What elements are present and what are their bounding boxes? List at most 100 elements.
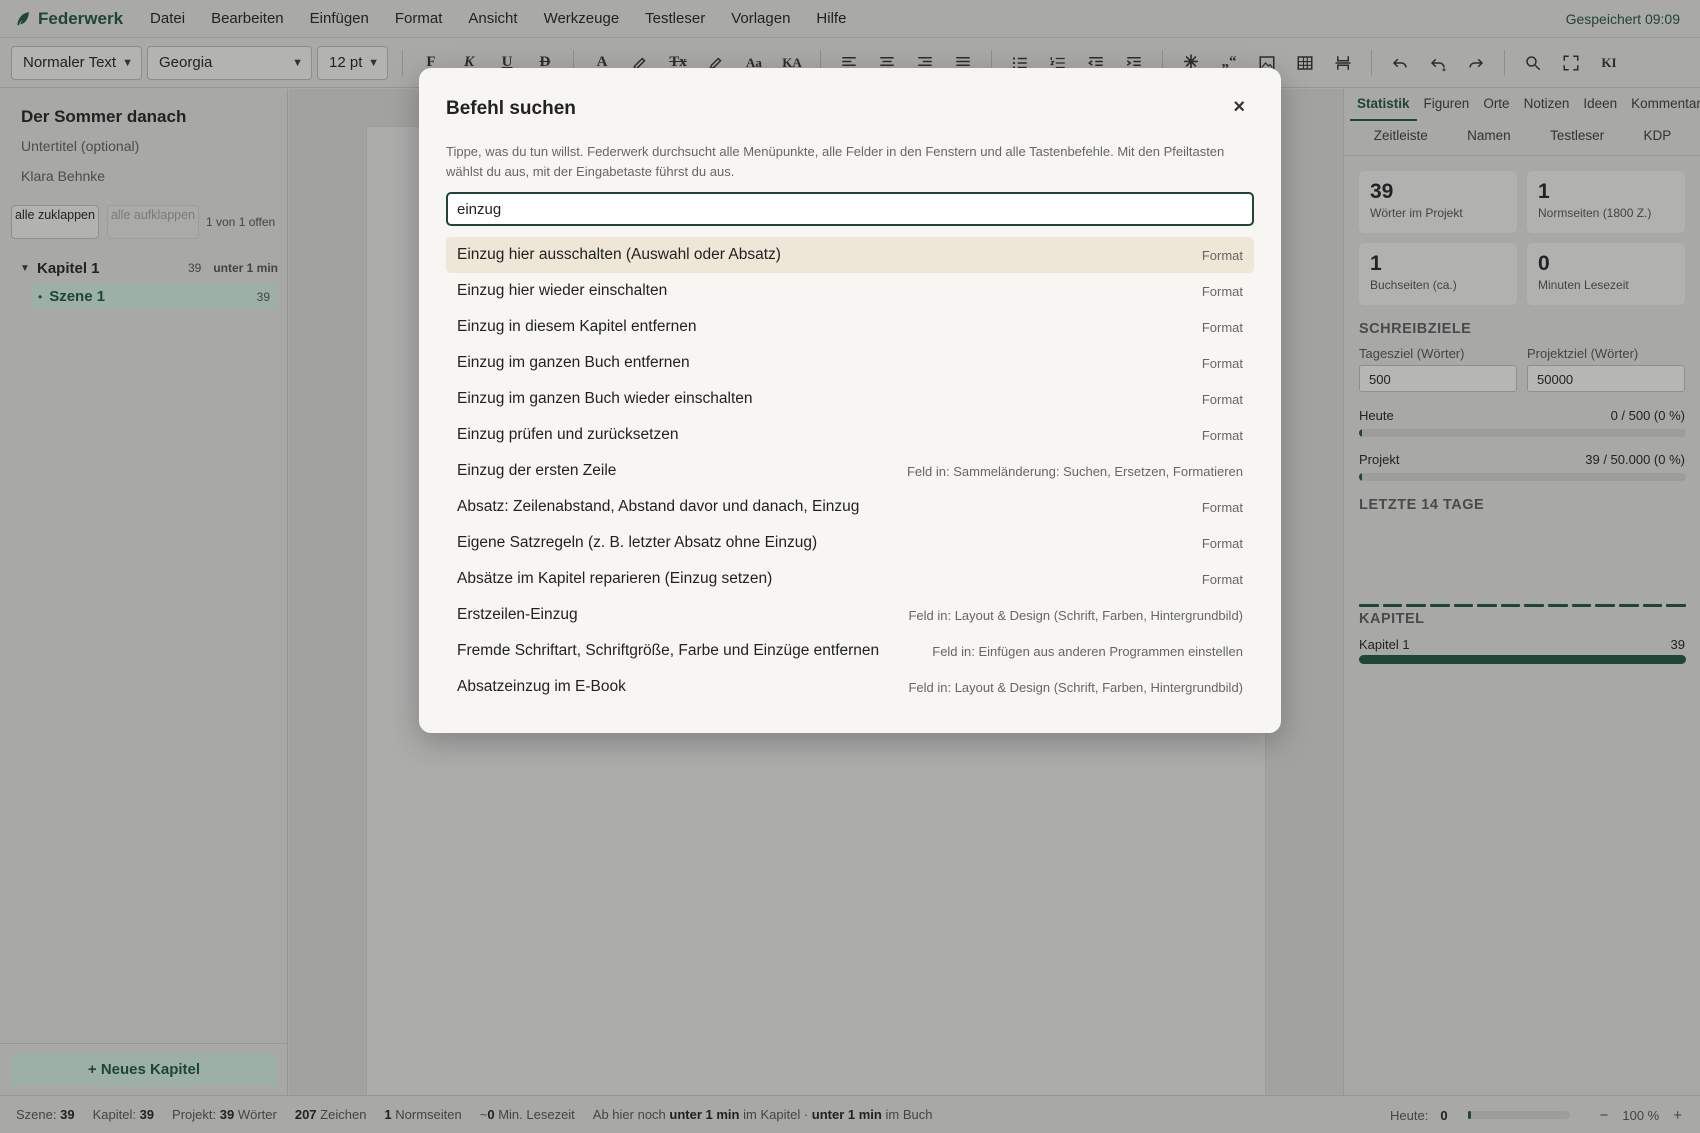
book-title[interactable]: Der Sommer danach xyxy=(21,107,186,127)
expand-triangle-icon[interactable]: ▼ xyxy=(10,263,30,274)
command-result[interactable]: Absätze im Kapitel reparieren (Einzug se… xyxy=(446,561,1254,597)
chapter-word-count: 39 xyxy=(187,261,202,275)
tab-statistik[interactable]: Statistik xyxy=(1350,93,1417,121)
menu-testleser[interactable]: Testleser xyxy=(632,10,718,27)
ai-button[interactable]: KI xyxy=(1590,46,1628,80)
command-result[interactable]: Einzug hier ausschalten (Auswahl oder Ab… xyxy=(446,237,1254,273)
tab-zeitleiste[interactable]: Zeitleiste xyxy=(1374,125,1428,151)
toolbar-divider xyxy=(402,49,403,76)
command-result[interactable]: Einzug in diesem Kapitel entfernen Format xyxy=(446,309,1254,345)
menu-hilfe[interactable]: Hilfe xyxy=(803,10,859,27)
font-size-select[interactable]: 12 pt ▼ xyxy=(317,45,388,80)
chapter-stat-value: 39 xyxy=(1670,637,1685,652)
command-result[interactable]: Erstzeilen-Einzug Feld in: Layout & Desig… xyxy=(446,597,1254,633)
new-chapter-button[interactable]: + Neues Kapitel xyxy=(10,1053,278,1086)
menu-einfuegen[interactable]: Einfügen xyxy=(297,10,382,27)
command-result[interactable]: Absatzeinzug im E-Book Feld in: Layout & … xyxy=(446,669,1254,705)
command-result[interactable]: Fremde Schriftart, Schriftgröße, Farbe u… xyxy=(446,633,1254,669)
page-break-button[interactable] xyxy=(1324,46,1362,80)
result-category: Feld in: Layout & Design (Schrift, Farbe… xyxy=(908,607,1243,623)
command-search-dialog: Befehl suchen × Tippe, was du tun willst… xyxy=(419,68,1281,733)
subtitle-field[interactable]: Untertitel (optional) xyxy=(21,138,139,154)
tab-testleser[interactable]: Testleser xyxy=(1550,125,1604,151)
menu-ansicht[interactable]: Ansicht xyxy=(455,10,530,27)
tab-ideen[interactable]: Ideen xyxy=(1576,93,1624,121)
undo-button[interactable] xyxy=(1381,46,1419,80)
day-bar xyxy=(1595,604,1616,607)
day-bar xyxy=(1382,604,1403,607)
command-result[interactable]: Eigene Satzregeln (z. B. letzter Absatz … xyxy=(446,525,1254,561)
status-normpages: 1 Normseiten xyxy=(384,1107,462,1122)
result-category: Format xyxy=(1201,355,1243,371)
menu-format[interactable]: Format xyxy=(382,10,456,27)
project-progress-fill xyxy=(1359,473,1363,481)
undo-more-button[interactable] xyxy=(1419,46,1457,80)
zoom-out-button[interactable]: − xyxy=(1600,1107,1609,1124)
collapse-all-button[interactable]: alle zuklappen xyxy=(11,205,99,239)
day-bar xyxy=(1500,604,1521,607)
table-icon xyxy=(1297,55,1313,70)
command-result[interactable]: Einzug prüfen und zurücksetzen Format xyxy=(446,417,1254,453)
scene-word-count: 39 xyxy=(256,289,270,304)
stat-label: Wörter im Projekt xyxy=(1370,206,1463,220)
zoom-in-button[interactable]: + xyxy=(1673,1107,1682,1124)
command-result[interactable]: Absatz: Zeilenabstand, Abstand davor und… xyxy=(446,489,1254,525)
tab-notizen[interactable]: Notizen xyxy=(1517,93,1577,121)
command-search-input[interactable] xyxy=(446,192,1254,226)
menu-datei[interactable]: Datei xyxy=(137,10,198,27)
today-progress-label: Heute xyxy=(1359,408,1394,423)
day-bar xyxy=(1406,604,1426,607)
chapter-item[interactable]: ▼ Kapitel 1 39 unter 1 min xyxy=(10,255,278,281)
search-button[interactable] xyxy=(1514,46,1552,80)
result-label: Absatz: Zeilenabstand, Abstand davor und… xyxy=(457,498,860,515)
search-icon xyxy=(1526,55,1541,70)
save-status: Gespeichert 09:09 xyxy=(1565,11,1680,27)
expand-all-button[interactable]: alle aufklappen xyxy=(107,205,199,239)
day-bar xyxy=(1453,604,1474,607)
daily-goal-label: Tagesziel (Wörter) xyxy=(1359,346,1465,361)
redo-button[interactable] xyxy=(1457,46,1495,80)
day-bar xyxy=(1548,604,1568,607)
day-bar xyxy=(1524,604,1545,607)
project-goal-input[interactable]: 50000 xyxy=(1527,365,1685,392)
insert-table-button[interactable] xyxy=(1286,46,1324,80)
result-category: Format xyxy=(1201,427,1243,443)
stat-label: Buchseiten (ca.) xyxy=(1370,278,1457,292)
fullscreen-button[interactable] xyxy=(1552,46,1590,80)
project-progress-value: 39 / 50.000 (0 %) xyxy=(1585,452,1685,467)
project-progress-bar xyxy=(1359,473,1686,481)
result-category: Format xyxy=(1201,535,1243,551)
paragraph-style-value: Normaler Text xyxy=(23,54,117,71)
result-label: Eigene Satzregeln (z. B. letzter Absatz … xyxy=(457,534,818,551)
sidebar-divider xyxy=(0,1043,288,1044)
feather-icon xyxy=(17,11,29,26)
command-result[interactable]: Einzug hier wieder einschalten Format xyxy=(446,273,1254,309)
command-result[interactable]: Einzug der ersten Zeile Feld in: Sammelän… xyxy=(446,453,1254,489)
today-progress-value: 0 / 500 (0 %) xyxy=(1610,408,1685,423)
panel-tabs-secondary: Zeitleiste Namen Testleser KDP xyxy=(1344,125,1700,151)
font-family-select[interactable]: Georgia ▼ xyxy=(147,45,312,80)
stat-card-bookpages: 1 Buchseiten (ca.) xyxy=(1359,243,1517,305)
font-family-value: Georgia xyxy=(159,54,213,71)
right-panel: Statistik Figuren Orte Notizen Ideen Kom… xyxy=(1343,89,1700,1095)
command-result[interactable]: Einzug im ganzen Buch entfernen Format xyxy=(446,345,1254,381)
menu-werkzeuge[interactable]: Werkzeuge xyxy=(531,10,633,27)
stat-card-readtime: 0 Minuten Lesezeit xyxy=(1527,243,1685,305)
daily-goal-input[interactable]: 500 xyxy=(1359,365,1517,392)
result-category: Format xyxy=(1201,247,1243,263)
scene-item[interactable]: • Szene 1 39 xyxy=(32,283,278,310)
tab-namen[interactable]: Namen xyxy=(1467,125,1511,151)
tabs-divider xyxy=(1344,155,1700,156)
menu-vorlagen[interactable]: Vorlagen xyxy=(718,10,803,27)
menu-bearbeiten[interactable]: Bearbeiten xyxy=(198,10,297,27)
author-field[interactable]: Klara Behnke xyxy=(21,168,105,184)
tab-kommentare[interactable]: Kommentare xyxy=(1624,93,1700,121)
close-icon[interactable]: × xyxy=(1233,96,1245,119)
command-result[interactable]: Einzug im ganzen Buch wieder einschalten… xyxy=(446,381,1254,417)
tab-orte[interactable]: Orte xyxy=(1476,93,1516,121)
tab-kdp[interactable]: KDP xyxy=(1644,125,1672,151)
result-category: Feld in: Layout & Design (Schrift, Farbe… xyxy=(908,679,1243,695)
result-category: Format xyxy=(1201,571,1243,587)
paragraph-style-select[interactable]: Normaler Text ▼ xyxy=(11,45,142,80)
tab-figuren[interactable]: Figuren xyxy=(1417,93,1477,121)
